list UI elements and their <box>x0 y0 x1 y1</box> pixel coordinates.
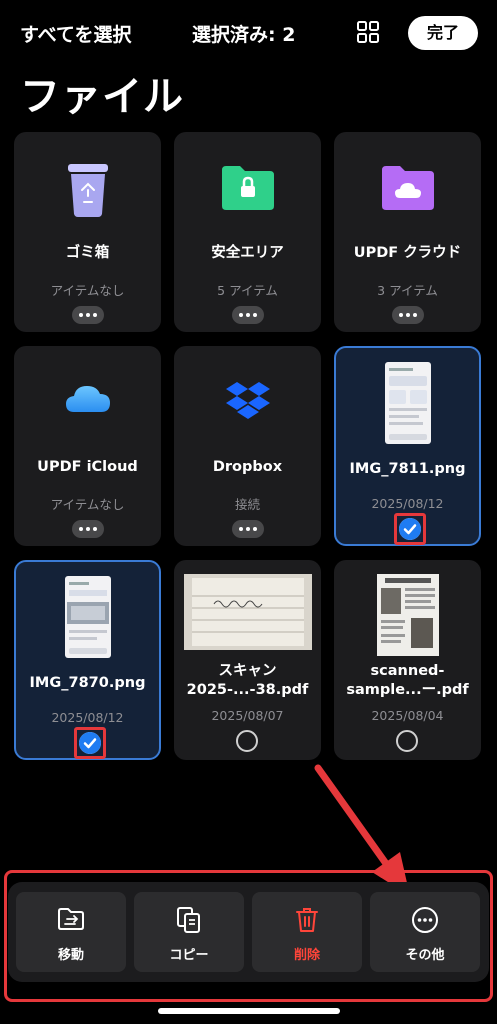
more-button[interactable]: その他 <box>370 892 480 972</box>
bottom-toolbar: 移動 コピー 削除 その他 <box>8 882 489 982</box>
move-button[interactable]: 移動 <box>16 892 126 972</box>
copy-label: コピー <box>169 948 209 963</box>
delete-icon <box>252 906 362 934</box>
more-circle-icon <box>370 906 480 934</box>
move-label: 移動 <box>57 948 84 963</box>
delete-label: 削除 <box>293 948 320 963</box>
copy-button[interactable]: コピー <box>134 892 244 972</box>
copy-icon <box>134 906 244 934</box>
home-indicator <box>158 1008 340 1014</box>
more-label: その他 <box>405 948 445 963</box>
delete-button[interactable]: 削除 <box>252 892 362 972</box>
move-folder-icon <box>16 906 126 932</box>
